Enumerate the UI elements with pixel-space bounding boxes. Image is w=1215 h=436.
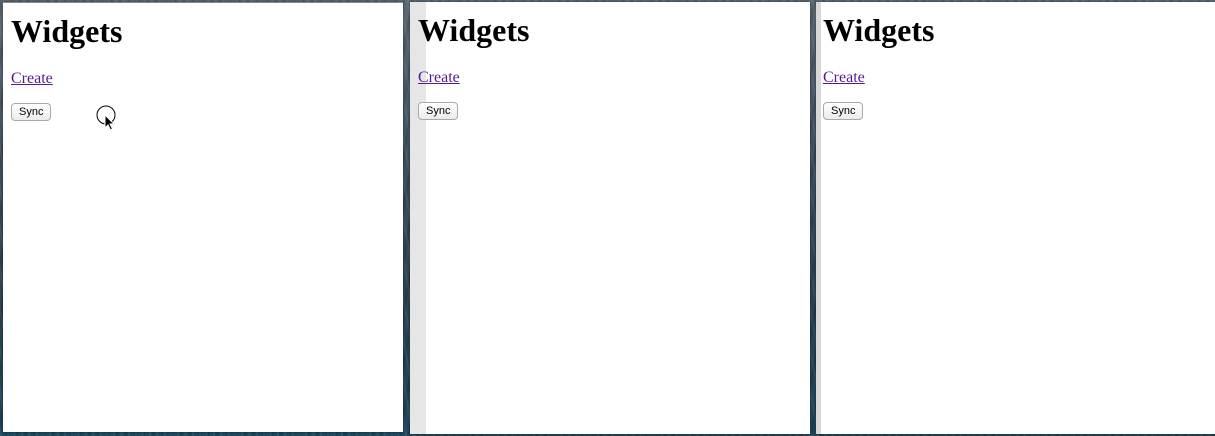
sync-row: Sync <box>418 101 810 120</box>
page-title: Widgets <box>823 12 935 48</box>
browser-window-2: Widgets Create Sync <box>410 2 810 434</box>
sync-row: Sync <box>11 102 403 121</box>
sync-button[interactable]: Sync <box>823 102 864 120</box>
create-link[interactable]: Create <box>823 69 865 87</box>
sync-button[interactable]: Sync <box>11 103 52 121</box>
sync-button[interactable]: Sync <box>418 102 459 120</box>
window-gutter <box>816 2 821 434</box>
sync-row: Sync <box>823 101 1215 120</box>
create-link[interactable]: Create <box>418 69 460 87</box>
create-link[interactable]: Create <box>11 70 53 88</box>
page-content: Widgets Create Sync <box>11 3 403 432</box>
page-title: Widgets <box>11 13 123 49</box>
browser-window-1: Widgets Create Sync <box>3 2 403 432</box>
browser-window-3: Widgets Create Sync <box>816 2 1215 434</box>
mouse-cursor-icon <box>96 105 116 131</box>
page-title: Widgets <box>418 12 530 48</box>
page-content: Widgets Create Sync <box>418 2 810 434</box>
page-content: Widgets Create Sync <box>823 2 1215 434</box>
